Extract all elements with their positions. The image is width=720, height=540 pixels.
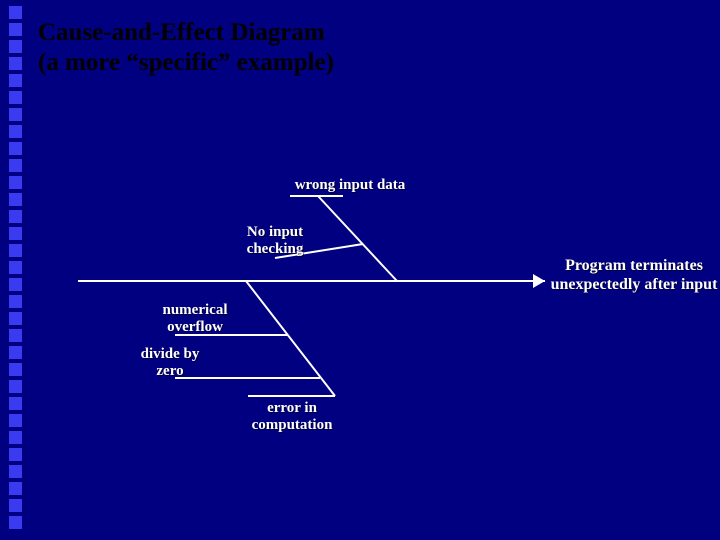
decorative-sidebar bbox=[0, 0, 30, 540]
cause-bottom-bone: error in computation bbox=[212, 400, 372, 435]
cause-bottom-sub2: divide by zero bbox=[110, 346, 230, 381]
title-line-1: Cause-and-Effect Diagram bbox=[38, 18, 700, 48]
cause-top-sub: No input checking bbox=[215, 224, 335, 259]
effect-line-2: unexpectedly after input bbox=[548, 275, 720, 294]
effect-label: Program terminates unexpectedly after in… bbox=[548, 256, 720, 294]
effect-line-1: Program terminates bbox=[548, 256, 720, 275]
title-line-2: (a more “specific” example) bbox=[38, 48, 700, 78]
cause-bottom-sub1: numerical overflow bbox=[135, 302, 255, 337]
slide-title: Cause-and-Effect Diagram (a more “specif… bbox=[38, 18, 700, 78]
cause-top-bone: wrong input data bbox=[260, 177, 440, 194]
